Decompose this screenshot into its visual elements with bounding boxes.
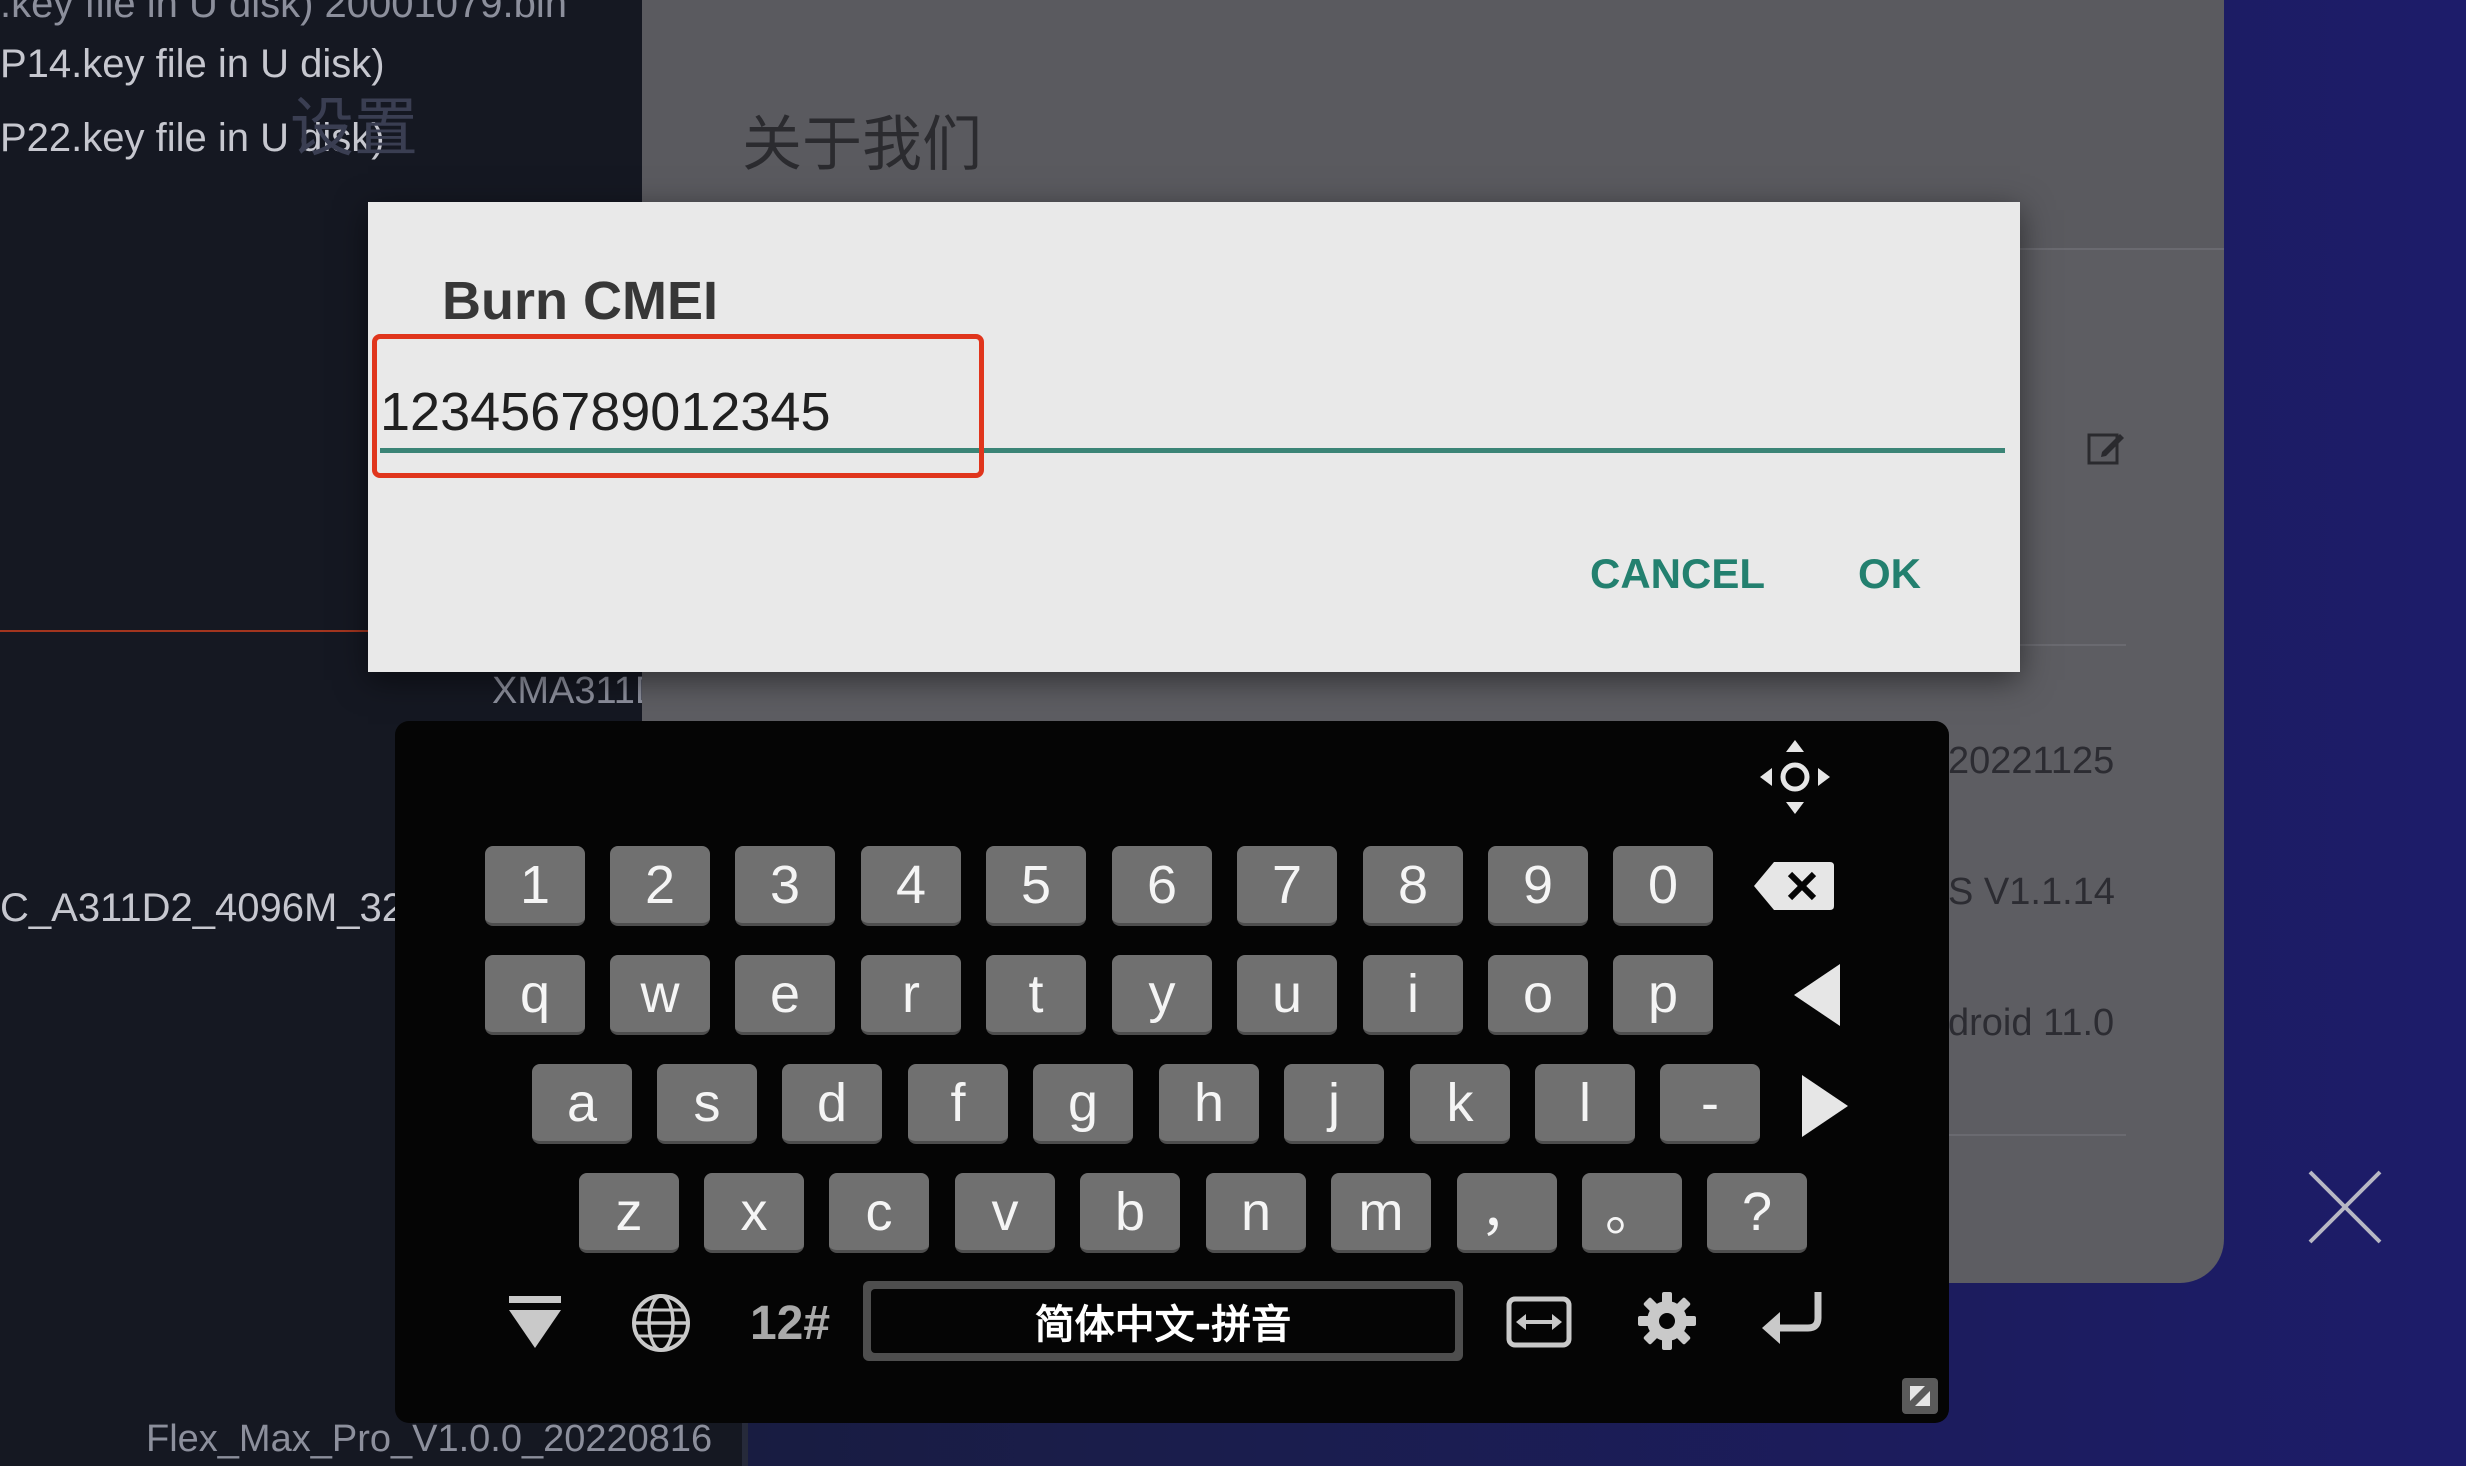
key-question[interactable]: ?	[1707, 1173, 1807, 1253]
android-version-value: droid 11.0	[1948, 1002, 2115, 1044]
close-icon[interactable]	[2300, 1162, 2390, 1252]
settings-gear-icon[interactable]	[1636, 1290, 1698, 1352]
language-label: 简体中文-拼音	[871, 1289, 1455, 1353]
dialog-title: Burn CMEI	[442, 271, 718, 331]
key-5[interactable]: 5	[986, 846, 1086, 926]
text-select-icon[interactable]	[1506, 1296, 1572, 1348]
key-w[interactable]: w	[610, 955, 710, 1035]
key-f[interactable]: f	[908, 1064, 1008, 1144]
key-b[interactable]: b	[1080, 1173, 1180, 1253]
firmware-value: C_A311D2_4096M_32(	[0, 886, 418, 930]
key-m[interactable]: m	[1331, 1173, 1431, 1253]
key-t[interactable]: t	[986, 955, 1086, 1035]
symbols-key[interactable]: 12#	[740, 1293, 840, 1353]
key-9[interactable]: 9	[1488, 846, 1588, 926]
move-icon[interactable]	[1758, 738, 1832, 816]
key-o[interactable]: o	[1488, 955, 1588, 1035]
key-l[interactable]: l	[1535, 1064, 1635, 1144]
cancel-button[interactable]: CANCEL	[1590, 550, 1765, 598]
cursor-left-icon[interactable]	[1790, 962, 1846, 1028]
backspace-icon[interactable]	[1752, 856, 1836, 916]
key-6[interactable]: 6	[1112, 846, 1212, 926]
key-e[interactable]: e	[735, 955, 835, 1035]
file-line-p14[interactable]: P14.key file in U disk)	[0, 44, 385, 84]
key-1[interactable]: 1	[485, 846, 585, 926]
key-k[interactable]: k	[1410, 1064, 1510, 1144]
focus-indicator-line	[0, 630, 368, 632]
key-4[interactable]: 4	[861, 846, 961, 926]
key-z[interactable]: z	[579, 1173, 679, 1253]
input-underline	[380, 448, 2005, 453]
key-j[interactable]: j	[1284, 1064, 1384, 1144]
key-7[interactable]: 7	[1237, 846, 1337, 926]
key-c[interactable]: c	[829, 1173, 929, 1253]
key-comma[interactable]: ，	[1457, 1173, 1557, 1253]
resize-icon[interactable]	[1901, 1377, 1939, 1415]
key-dash[interactable]: -	[1660, 1064, 1760, 1144]
key-h[interactable]: h	[1159, 1064, 1259, 1144]
edit-icon[interactable]	[2086, 428, 2126, 468]
key-i[interactable]: i	[1363, 955, 1463, 1035]
cursor-right-icon[interactable]	[1796, 1073, 1852, 1139]
hide-keyboard-icon[interactable]	[505, 1292, 565, 1352]
os-version-value: S V1.1.14	[1948, 871, 2115, 913]
file-line-top: .key file in U disk) 20001079.bin	[0, 0, 567, 26]
key-8[interactable]: 8	[1363, 846, 1463, 926]
key-v[interactable]: v	[955, 1173, 1055, 1253]
key-3[interactable]: 3	[735, 846, 835, 926]
enter-icon[interactable]	[1758, 1288, 1826, 1352]
key-q[interactable]: q	[485, 955, 585, 1035]
key-y[interactable]: y	[1112, 955, 1212, 1035]
cmei-input[interactable]	[380, 372, 2005, 452]
globe-icon[interactable]	[630, 1292, 692, 1354]
key-g[interactable]: g	[1033, 1064, 1133, 1144]
footer-version: Flex_Max_Pro_V1.0.0_20220816	[146, 1418, 713, 1460]
key-x[interactable]: x	[704, 1173, 804, 1253]
key-u[interactable]: u	[1237, 955, 1337, 1035]
about-title: 关于我们	[742, 110, 982, 180]
build-date-value: 20221125	[1948, 740, 2115, 782]
key-p[interactable]: p	[1613, 955, 1713, 1035]
key-period[interactable]: 。	[1582, 1173, 1682, 1253]
key-2[interactable]: 2	[610, 846, 710, 926]
key-r[interactable]: r	[861, 955, 961, 1035]
ok-button[interactable]: OK	[1858, 550, 1921, 598]
space-key[interactable]: 简体中文-拼音	[863, 1281, 1463, 1361]
key-s[interactable]: s	[657, 1064, 757, 1144]
key-a[interactable]: a	[532, 1064, 632, 1144]
key-d[interactable]: d	[782, 1064, 882, 1144]
key-0[interactable]: 0	[1613, 846, 1713, 926]
settings-heading-ghost: 设置	[290, 92, 418, 164]
key-n[interactable]: n	[1206, 1173, 1306, 1253]
